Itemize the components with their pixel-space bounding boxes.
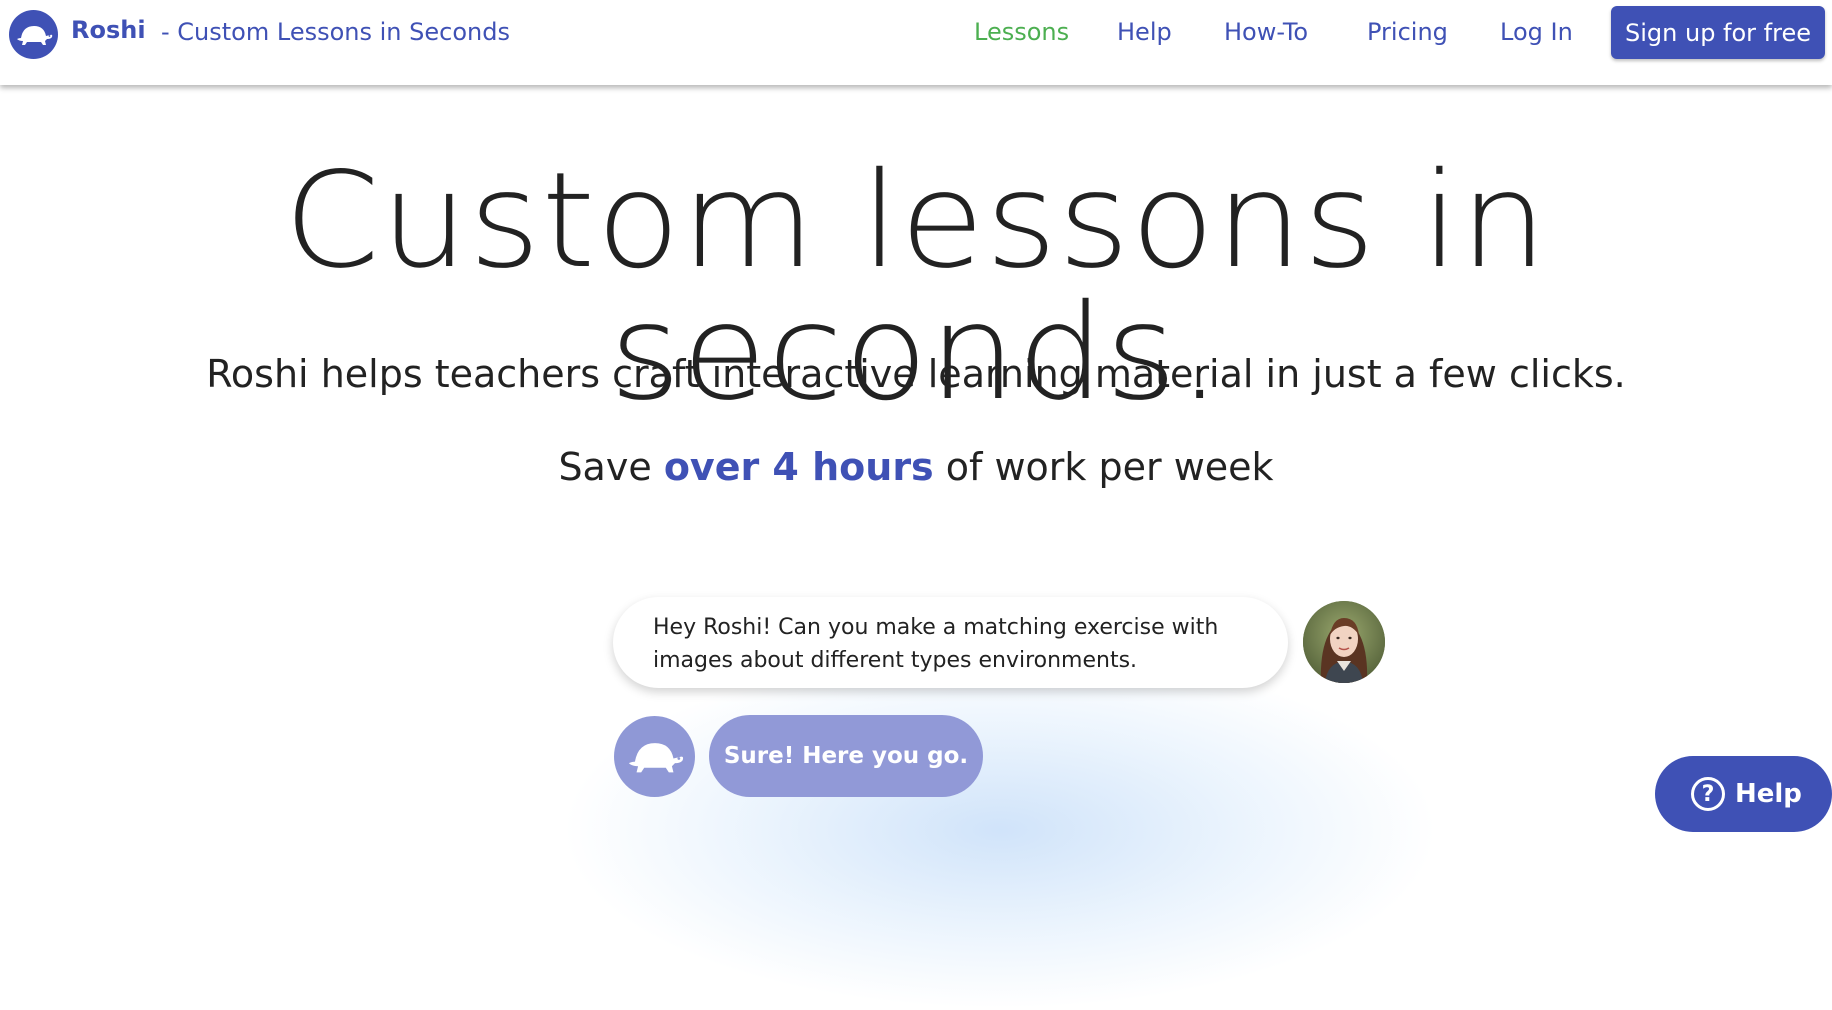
question-icon: ? (1691, 777, 1725, 811)
user-avatar (1303, 601, 1385, 683)
roshi-avatar (614, 716, 695, 797)
top-navigation-bar: Roshi - Custom Lessons in Seconds Lesson… (0, 0, 1832, 85)
nav-help[interactable]: Help (1117, 18, 1172, 46)
hero-subtitle: Roshi helps teachers craft interactive l… (206, 352, 1626, 396)
brand-tagline: - Custom Lessons in Seconds (161, 18, 510, 46)
nav-lessons[interactable]: Lessons (974, 18, 1069, 46)
turtle-icon (16, 25, 52, 45)
hero-savings: Save over 4 hours of work per week (0, 445, 1832, 489)
savings-prefix: Save (558, 445, 652, 489)
nav-how-to[interactable]: How-To (1224, 18, 1308, 46)
roshi-logo[interactable] (9, 10, 58, 59)
user-message-bubble: Hey Roshi! Can you make a matching exerc… (613, 597, 1288, 688)
user-portrait-icon (1303, 601, 1385, 683)
nav-log-in[interactable]: Log In (1500, 18, 1573, 46)
signup-button[interactable]: Sign up for free (1611, 6, 1825, 59)
turtle-icon (628, 742, 683, 772)
background-glow (560, 650, 1440, 1010)
savings-highlight: over 4 hours (663, 445, 934, 489)
brand-name[interactable]: Roshi (71, 16, 146, 44)
roshi-reply-bubble: Sure! Here you go. (709, 715, 983, 797)
savings-suffix: of work per week (945, 445, 1274, 489)
nav-pricing[interactable]: Pricing (1367, 18, 1448, 46)
help-button[interactable]: ? Help (1655, 756, 1832, 832)
help-button-label: Help (1735, 779, 1802, 809)
